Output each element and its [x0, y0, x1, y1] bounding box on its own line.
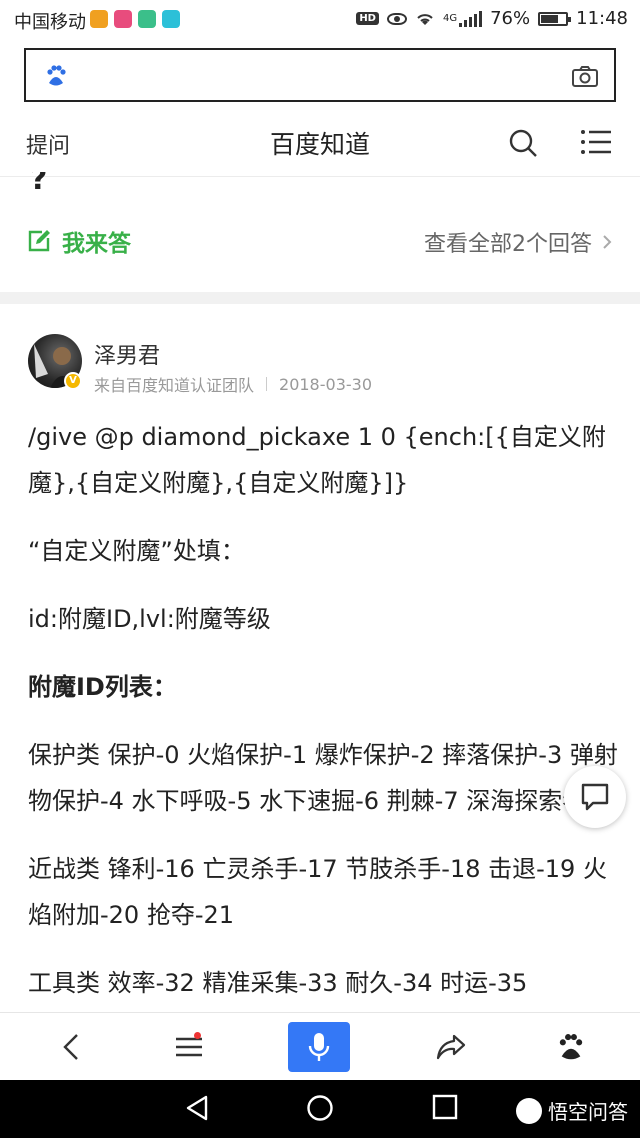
view-all-answers-link[interactable]: 查看全部2个回答 [424, 226, 612, 258]
menu-button[interactable] [154, 1013, 224, 1081]
baidu-home-button[interactable] [536, 1013, 606, 1081]
eye-comfort-icon [386, 12, 407, 25]
answer-heading: 附魔ID列表： [28, 673, 177, 701]
baidu-paw-icon [559, 1034, 583, 1060]
wifi-icon [417, 13, 433, 25]
watermark-text: 悟空问答 [548, 1100, 628, 1124]
nav-recents-icon[interactable] [432, 1094, 458, 1120]
comment-icon [581, 783, 609, 811]
watermark: 悟空问答 [516, 1096, 628, 1125]
network-type: 4G [442, 13, 458, 24]
question-actions: 我来答 查看全部2个回答 [0, 214, 640, 270]
answer-paragraph: “自定义附魔”处填： [28, 537, 245, 565]
search-input[interactable] [24, 48, 616, 102]
bottom-toolbar [0, 1012, 640, 1081]
answer-button-label: 我来答 [62, 231, 131, 257]
chevron-right-icon [603, 235, 612, 249]
hd-badge: HD [356, 12, 379, 25]
app-notification-icon [114, 10, 132, 28]
answer-paragraph: 工具类 效率-32 精准采集-33 耐久-34 时运-35 [28, 969, 528, 997]
edit-icon [28, 230, 50, 252]
answer-date: 2018-03-30 [279, 374, 372, 394]
author-meta: 来自百度知道认证团队 2018-03-30 [94, 372, 372, 396]
back-icon [63, 1034, 78, 1060]
system-nav-bar: 悟空问答 [0, 1080, 640, 1138]
comment-button[interactable] [564, 766, 626, 828]
author-source: 来自百度知道认证团队 [94, 376, 255, 395]
menu-icon[interactable] [580, 128, 612, 156]
wukong-logo-icon [516, 1097, 542, 1124]
share-icon [436, 1034, 466, 1060]
view-all-label: 查看全部2个回答 [424, 232, 592, 257]
answer-author: V 泽男君 来自百度知道认证团队 2018-03-30 [28, 334, 618, 396]
clock: 11:48 [576, 8, 628, 29]
notification-dot [194, 1032, 201, 1039]
status-bar: 中国移动 HD 4G 76% 11:48 [0, 0, 640, 38]
answer-paragraph: 近战类 锋利-16 亡灵杀手-17 节肢杀手-18 击退-19 火焰附加-20 … [28, 855, 607, 929]
app-notification-icon [162, 10, 180, 28]
answer-paragraph: /give @p diamond_pickaxe 1 0 {ench:[{自定义… [28, 423, 606, 497]
page-title: 百度知道 [269, 130, 370, 159]
question-text-tail: ? [30, 172, 48, 194]
signal-icon [459, 10, 483, 27]
author-name[interactable]: 泽男君 [94, 338, 160, 370]
nav-back-icon[interactable] [184, 1094, 210, 1122]
carrier-label: 中国移动 [14, 12, 86, 33]
verified-badge: V [64, 372, 82, 390]
back-button[interactable] [36, 1013, 106, 1081]
section-divider [0, 292, 640, 304]
battery-percent: 76% [490, 8, 531, 29]
notification-icons [90, 10, 180, 28]
answer-content: /give @p diamond_pickaxe 1 0 {ench:[{自定义… [28, 414, 620, 1028]
answer-button[interactable]: 我来答 [28, 224, 131, 258]
search-icon[interactable] [508, 128, 538, 158]
page-header: 提问 百度知道 [0, 110, 640, 177]
answer-paragraph: id:附魔ID,lvl:附魔等级 [28, 605, 271, 633]
share-button[interactable] [416, 1013, 486, 1081]
mic-icon [308, 1033, 330, 1061]
status-indicators: HD 4G 76% 11:48 [356, 8, 628, 29]
menu-icon [176, 1037, 202, 1057]
camera-icon[interactable] [572, 65, 598, 87]
voice-search-button[interactable] [288, 1022, 350, 1072]
nav-home-icon[interactable] [306, 1094, 334, 1122]
baidu-paw-icon [47, 65, 66, 86]
battery-icon [538, 11, 572, 26]
meta-divider [266, 377, 268, 391]
app-notification-icon [90, 10, 108, 28]
answer-paragraph: 保护类 保护-0 火焰保护-1 爆炸保护-2 摔落保护-3 弹射物保护-4 水下… [28, 741, 618, 815]
app-notification-icon [138, 10, 156, 28]
